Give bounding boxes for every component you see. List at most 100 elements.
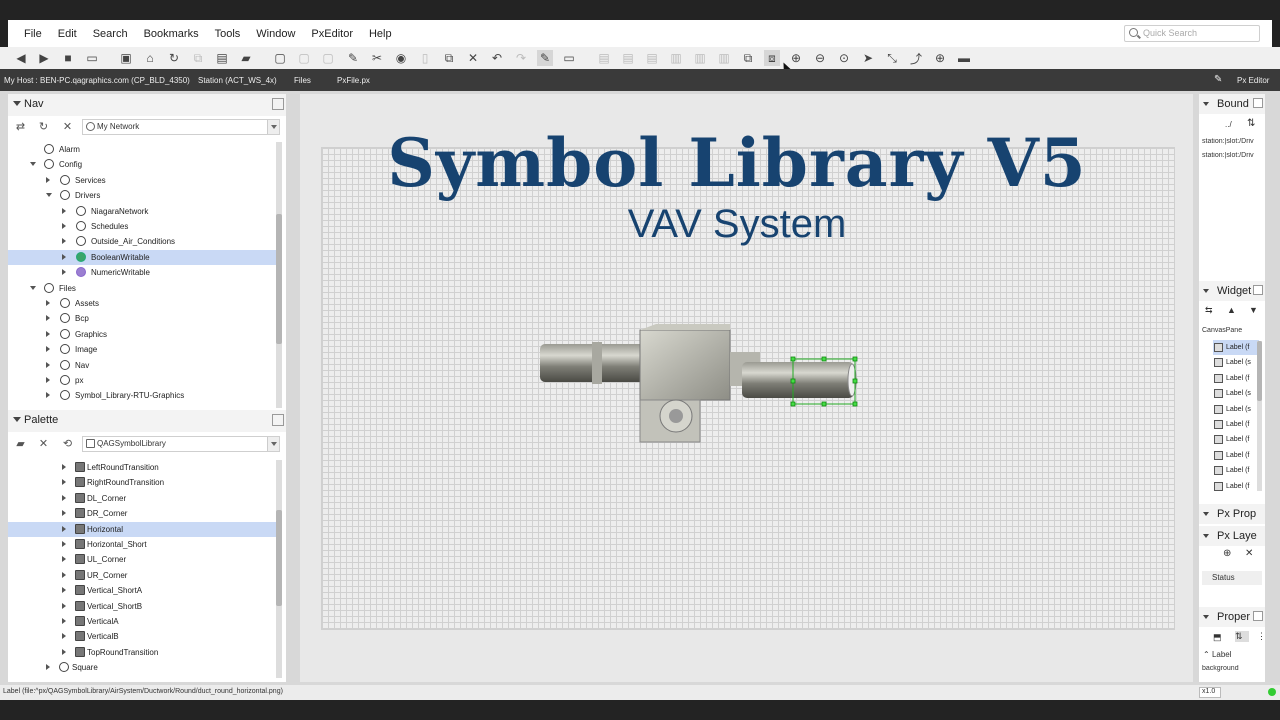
- zoom-in-icon[interactable]: ⊕: [788, 50, 804, 66]
- palette-scrollbar[interactable]: [276, 460, 282, 678]
- chevron-right-icon[interactable]: [62, 479, 66, 486]
- chevron-right-icon[interactable]: [62, 602, 66, 609]
- collapse-icon[interactable]: [1203, 289, 1209, 293]
- chevron-right-icon[interactable]: [62, 207, 66, 214]
- chevron-right-icon[interactable]: [62, 494, 66, 501]
- copy-icon[interactable]: ⧉: [190, 50, 206, 66]
- nav-scroll-thumb[interactable]: [276, 214, 282, 344]
- outlet-duct[interactable]: [742, 362, 854, 398]
- align-center-icon[interactable]: ▤: [620, 50, 636, 66]
- palette-item[interactable]: RightRoundTransition: [8, 475, 276, 490]
- chevron-right-icon[interactable]: [46, 330, 50, 337]
- widget-item[interactable]: Label (f: [1213, 417, 1259, 432]
- nav-tree-item[interactable]: Nav: [8, 358, 276, 373]
- menu-search[interactable]: Search: [85, 28, 136, 40]
- chevron-right-icon[interactable]: [62, 525, 66, 532]
- collapse-icon[interactable]: [1203, 534, 1209, 538]
- breadcrumb-station[interactable]: Station (ACT_WS_4x): [198, 76, 277, 85]
- palette-footer-item[interactable]: Square: [8, 660, 276, 675]
- save-icon[interactable]: ▣: [118, 50, 134, 66]
- canvas-subtitle[interactable]: VAV System: [320, 202, 1154, 247]
- palette-refresh-icon[interactable]: ⟲: [61, 437, 74, 450]
- chevron-right-icon[interactable]: [46, 300, 50, 306]
- close-icon[interactable]: ✕: [61, 120, 74, 133]
- nav-tree-item[interactable]: Files: [8, 281, 276, 296]
- chevron-down-icon[interactable]: [46, 193, 52, 198]
- zoom-level[interactable]: x1.0: [1199, 687, 1221, 698]
- properties-tool-icon[interactable]: ⬒: [1213, 632, 1225, 643]
- stop-icon[interactable]: ■: [60, 50, 76, 66]
- palette-item[interactable]: Vertical_ShortB: [8, 599, 276, 614]
- refresh-icon[interactable]: ↻: [37, 120, 50, 133]
- collapse-icon[interactable]: [1203, 615, 1209, 619]
- widget-item[interactable]: Label (f: [1213, 340, 1259, 355]
- chevron-right-icon[interactable]: [62, 253, 66, 260]
- vav-box-body[interactable]: [639, 329, 731, 401]
- align-bottom-icon[interactable]: ▥: [716, 50, 732, 66]
- export-icon[interactable]: ▢: [320, 50, 336, 66]
- shape-icon[interactable]: ▭: [561, 50, 577, 66]
- nav-tree-item[interactable]: Config: [8, 157, 276, 172]
- nav-tree-item[interactable]: Outside_Air_Conditions: [8, 234, 276, 249]
- menu-file[interactable]: File: [16, 28, 50, 40]
- palette-item[interactable]: Vertical_ShortA: [8, 583, 276, 598]
- maximize-icon[interactable]: [272, 414, 284, 426]
- quick-search-input[interactable]: Quick Search: [1124, 25, 1260, 42]
- palette-item[interactable]: VerticalB: [8, 629, 276, 644]
- link-icon[interactable]: ⤴: [908, 50, 924, 66]
- sync-icon[interactable]: ⇄: [14, 120, 27, 133]
- group-icon[interactable]: ⧉: [740, 50, 756, 66]
- widget-item[interactable]: Label (s: [1213, 355, 1259, 370]
- properties-row[interactable]: background: [1202, 665, 1260, 672]
- palette-item[interactable]: LeftRoundTransition: [8, 460, 276, 475]
- chevron-right-icon[interactable]: [62, 633, 66, 640]
- nav-tree-item[interactable]: Symbol_Library-RTU-Graphics: [8, 388, 276, 403]
- refresh-icon[interactable]: ↻: [166, 50, 182, 66]
- zoom-out-icon[interactable]: ⊖: [812, 50, 828, 66]
- nav-tree-item[interactable]: Image: [8, 342, 276, 357]
- nav-tree-item[interactable]: Assets: [8, 296, 276, 311]
- chevron-down-icon[interactable]: [30, 162, 36, 167]
- add-circle-icon[interactable]: ⊕: [932, 50, 948, 66]
- cut-icon[interactable]: ✂: [369, 50, 385, 66]
- palette-item[interactable]: UR_Corner: [8, 568, 276, 583]
- breadcrumb-pxfile[interactable]: PxFile.px: [337, 76, 370, 85]
- edit-doc-icon[interactable]: ✎: [345, 50, 361, 66]
- maximize-icon[interactable]: [1253, 285, 1263, 295]
- widget-item[interactable]: Label (s: [1213, 386, 1259, 401]
- nav-tree-item[interactable]: Alarm: [8, 142, 276, 157]
- delete-layer-icon[interactable]: ✕: [1245, 548, 1257, 559]
- menu-tools[interactable]: Tools: [207, 28, 249, 40]
- widget-scrollbar[interactable]: [1257, 341, 1262, 491]
- widget-scroll-thumb[interactable]: [1257, 341, 1262, 401]
- chevron-right-icon[interactable]: [46, 346, 50, 353]
- paste-icon[interactable]: ▯: [417, 50, 433, 66]
- chevron-right-icon[interactable]: [46, 392, 50, 399]
- nav-tree-item[interactable]: Graphics: [8, 327, 276, 342]
- palette-item[interactable]: TopRoundTransition: [8, 645, 276, 660]
- forward-icon[interactable]: ▶: [36, 50, 52, 66]
- collapse-icon[interactable]: [13, 417, 21, 422]
- nav-tree-item[interactable]: Drivers: [8, 188, 276, 203]
- chevron-right-icon[interactable]: [62, 556, 66, 563]
- breadcrumb-files[interactable]: Files: [294, 76, 311, 85]
- chevron-right-icon[interactable]: [46, 377, 50, 383]
- undo-icon[interactable]: ↶: [489, 50, 505, 66]
- widget-item[interactable]: Label (s: [1213, 402, 1259, 417]
- nav-tree-item[interactable]: Bcp: [8, 311, 276, 326]
- chevron-right-icon[interactable]: [46, 361, 50, 368]
- menu-bookmarks[interactable]: Bookmarks: [136, 28, 207, 40]
- chevron-right-icon[interactable]: [46, 664, 50, 671]
- chevron-right-icon[interactable]: [62, 510, 66, 517]
- widget-item[interactable]: Label (f: [1213, 479, 1259, 494]
- chevron-right-icon[interactable]: [62, 269, 66, 276]
- nav-root-dropdown[interactable]: My Network: [82, 119, 280, 135]
- nav-tree-item[interactable]: BooleanWritable: [8, 249, 276, 265]
- palette-item[interactable]: DR_Corner: [8, 506, 276, 521]
- widget-item[interactable]: Label (f: [1213, 371, 1259, 386]
- save-all-icon[interactable]: ▢: [296, 50, 312, 66]
- resize-icon[interactable]: ⤡: [884, 50, 900, 66]
- chevron-right-icon[interactable]: [46, 315, 50, 322]
- maximize-icon[interactable]: [1253, 611, 1263, 621]
- sort-icon[interactable]: ⇅: [1235, 631, 1249, 642]
